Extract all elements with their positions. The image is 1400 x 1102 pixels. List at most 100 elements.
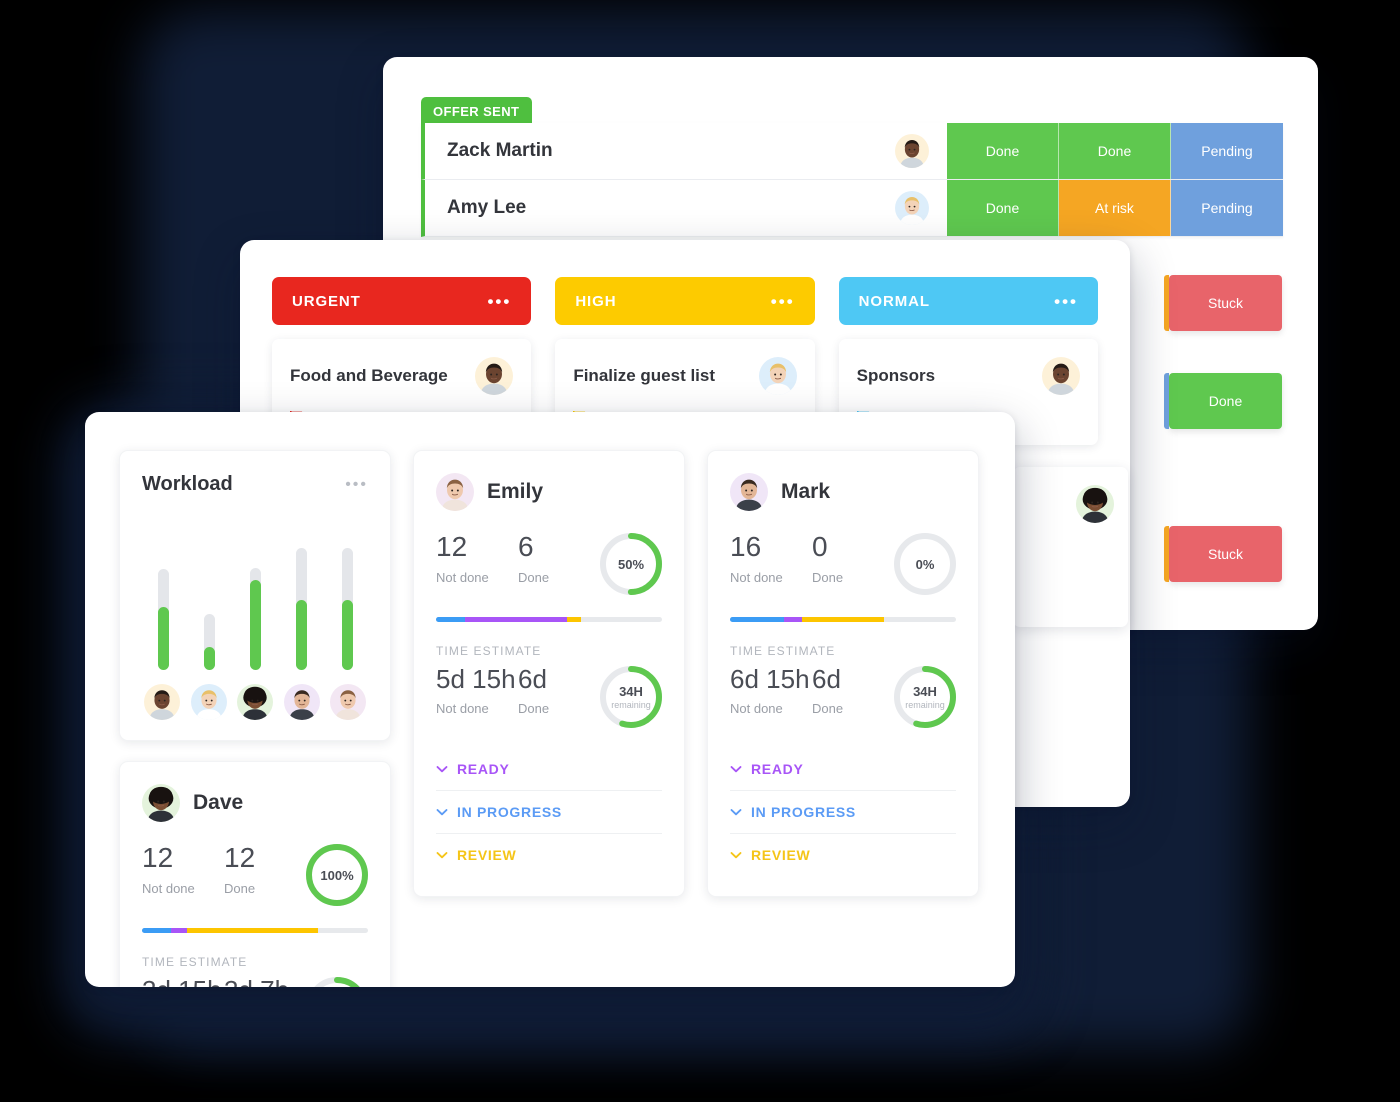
status-group-label: READY <box>751 761 804 777</box>
te-done-value: 3d 7h <box>224 977 306 987</box>
te-not-done: 5d 15h Not done <box>436 666 518 716</box>
status-badge[interactable]: Stuck <box>1164 275 1282 331</box>
workload-bar[interactable] <box>240 568 270 670</box>
not-done-count: 16 <box>730 531 762 562</box>
status-segment <box>802 617 884 622</box>
status-segment <box>784 617 803 622</box>
avatar <box>1041 357 1080 395</box>
kanban-detached-card[interactable]: st <box>1013 467 1128 627</box>
not-done-count: 12 <box>436 531 468 562</box>
chevron-down-icon[interactable] <box>436 851 448 859</box>
te-done-label: Done <box>518 701 550 716</box>
status-group-row[interactable]: REVIEW <box>730 834 956 876</box>
workload-bar-track <box>249 568 261 670</box>
te-not-done-value: 6d 15h <box>730 664 810 694</box>
stat-done: 6 Done <box>518 531 600 586</box>
status-group-label: IN PROGRESS <box>457 804 562 820</box>
kanban-card-header: Food and Beverage <box>290 357 514 395</box>
task-stats: 12 Not done 12 Done 100% <box>142 844 368 906</box>
done-label: Done <box>812 570 844 585</box>
workload-bar[interactable] <box>286 548 316 670</box>
more-options-icon[interactable]: ••• <box>487 293 511 310</box>
avatar <box>330 684 366 720</box>
stat-not-done: 12 Not done <box>142 842 224 897</box>
workload-bar[interactable] <box>332 548 362 670</box>
progress-ring: 50% <box>600 533 662 595</box>
chevron-down-icon[interactable] <box>730 808 742 816</box>
table-status-cell[interactable]: Done <box>947 180 1059 236</box>
stat-done: 0 Done <box>812 531 894 586</box>
table-status-cell[interactable]: At risk <box>1059 180 1171 236</box>
avatar <box>283 684 320 720</box>
kanban-column-header[interactable]: URGENT ••• <box>272 277 532 325</box>
not-done-count: 12 <box>142 842 174 873</box>
table-row-name-cell: Zack Martin <box>425 123 947 179</box>
te-not-done-value: 3d 15h <box>142 977 224 987</box>
time-estimate-label: TIME ESTIMATE <box>142 955 248 969</box>
workload-bar-fill <box>341 600 353 670</box>
chevron-down-icon[interactable] <box>730 765 742 773</box>
status-badge-label: Done <box>1208 393 1243 409</box>
kanban-column-header[interactable]: NORMAL ••• <box>838 277 1098 325</box>
status-segment <box>465 617 568 622</box>
status-group-row[interactable]: IN PROGRESS <box>436 791 662 834</box>
te-done-value: 6d <box>812 664 841 694</box>
table-row-name: Amy Lee <box>447 197 527 218</box>
completion-ring-wrap: 0% <box>894 533 956 595</box>
workload-bar[interactable] <box>194 614 224 670</box>
progress-ring: 100% <box>306 844 368 906</box>
workload-bar-fill <box>203 647 215 670</box>
workload-bar-track <box>295 548 307 670</box>
offer-sent-tag[interactable]: OFFER SENT <box>421 97 533 126</box>
status-segment-bar <box>730 617 956 622</box>
status-badge[interactable]: Done <box>1164 373 1282 429</box>
avatar <box>237 684 273 720</box>
status-segment-bar <box>142 928 368 933</box>
table-row-name-cell: Amy Lee <box>425 180 947 236</box>
avatar <box>475 357 514 395</box>
chevron-down-icon[interactable] <box>436 808 448 816</box>
person-card-dave: Dave 12 Not done 12 Done 100% TIME ESTIMATE 3d … <box>119 761 391 987</box>
table-status-cell[interactable]: Done <box>1059 123 1171 179</box>
chevron-down-icon[interactable] <box>730 851 742 859</box>
more-options-icon[interactable]: ••• <box>771 293 795 310</box>
status-badge[interactable]: Stuck <box>1164 526 1282 582</box>
progress-ring: 34Hremaining <box>600 666 662 728</box>
progress-ring: 34Hremaining <box>894 666 956 728</box>
more-options-icon[interactable]: ••• <box>1054 293 1078 310</box>
kanban-column-header[interactable]: HIGH ••• <box>555 277 815 325</box>
kanban-card-header: Finalize guest list <box>573 357 797 395</box>
person-card-mark: Mark 16 Not done 0 Done 0% TIME ESTIMATE 6d 15h… <box>707 450 979 897</box>
workload-card: Workload ••• <box>119 450 391 741</box>
table-row[interactable]: Amy Lee Done At risk Pending <box>421 180 1283 237</box>
te-not-done-label: Not done <box>730 701 783 716</box>
chevron-down-icon[interactable] <box>436 765 448 773</box>
status-group-row[interactable]: REVIEW <box>436 834 662 876</box>
done-count: 6 <box>518 531 534 562</box>
workload-bar-fill <box>295 600 307 670</box>
workload-bar-track <box>157 569 169 670</box>
remaining-ring-wrap: 34Hremaining <box>600 666 662 728</box>
progress-ring: 34Hremaining <box>306 977 368 987</box>
kanban-card-title: Finalize guest list <box>573 366 716 385</box>
avatar <box>895 191 929 225</box>
status-group-list: READY IN PROGRESS REVIEW <box>730 748 956 876</box>
done-count: 12 <box>224 842 256 873</box>
workload-avatars <box>142 684 368 720</box>
table-status-cell[interactable]: Done <box>947 123 1059 179</box>
stat-not-done: 16 Not done <box>730 531 812 586</box>
status-group-row[interactable]: READY <box>730 748 956 791</box>
avatar <box>895 134 929 168</box>
table-status-cell[interactable]: Pending <box>1171 123 1283 179</box>
status-group-list: READY IN PROGRESS REVIEW <box>436 748 662 876</box>
table-row[interactable]: Zack Martin Done Done Pending <box>421 123 1283 180</box>
status-group-row[interactable]: READY <box>436 748 662 791</box>
te-not-done: 6d 15h Not done <box>730 666 812 716</box>
workload-menu-icon[interactable]: ••• <box>345 476 368 494</box>
status-group-row[interactable]: IN PROGRESS <box>730 791 956 834</box>
workload-bar[interactable] <box>148 569 178 670</box>
workload-bar-fill <box>157 607 169 670</box>
done-count: 0 <box>812 531 828 562</box>
status-badge-edge <box>1164 275 1169 331</box>
table-status-cell[interactable]: Pending <box>1171 180 1283 236</box>
